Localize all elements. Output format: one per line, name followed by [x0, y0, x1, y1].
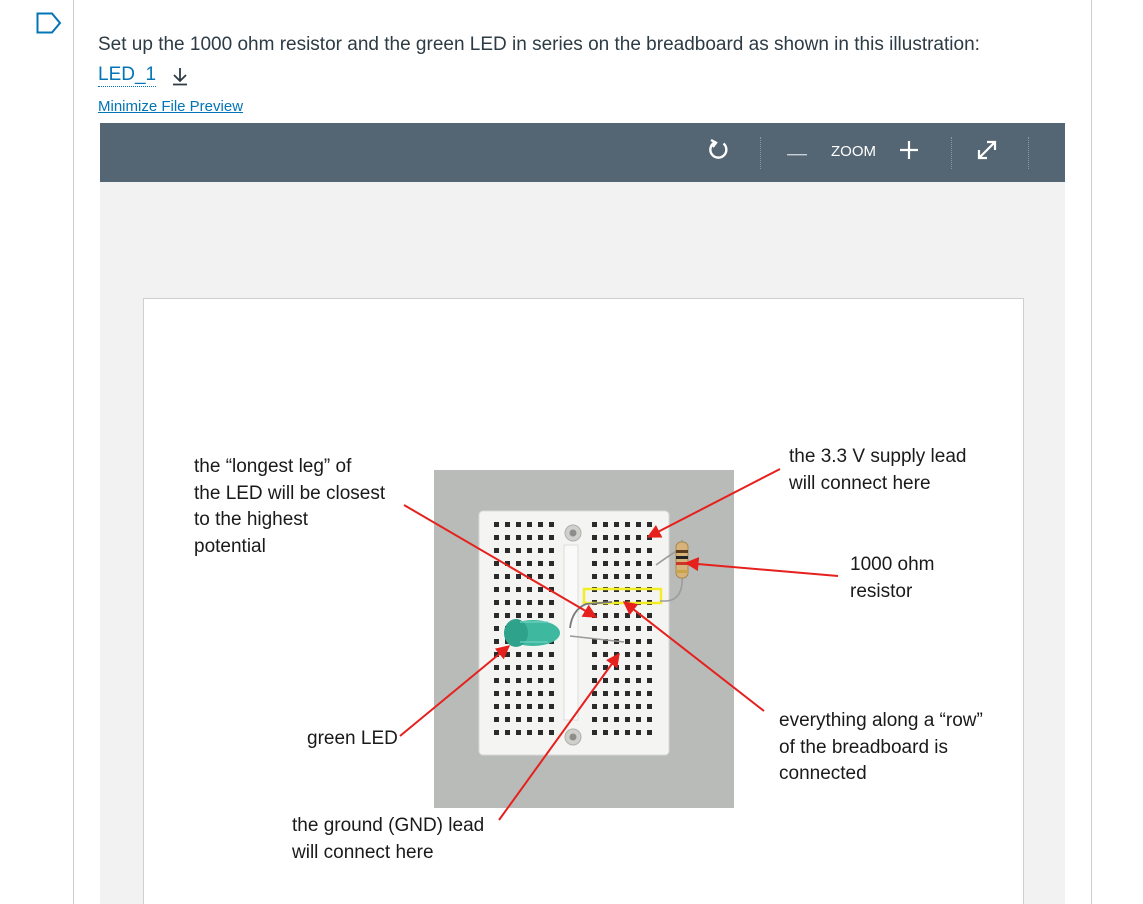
- arrow-ground: [498, 652, 620, 821]
- annotation-longest-leg: the “longest leg” of the LED will be clo…: [194, 456, 386, 557]
- document-page: the “longest leg” of the LED will be clo…: [143, 298, 1024, 904]
- expand-icon: [975, 138, 999, 167]
- download-icon[interactable]: [170, 66, 190, 91]
- toolbar-separator: [760, 137, 761, 169]
- arrow-green-led: [399, 645, 511, 737]
- arrow-resistor: [684, 557, 839, 577]
- arrow-supply: [646, 468, 781, 538]
- minus-icon: [787, 144, 807, 162]
- annotation-ground: the ground (GND) lead will connect here: [292, 815, 485, 863]
- rotate-button[interactable]: [700, 123, 736, 182]
- flag-icon[interactable]: [36, 12, 62, 39]
- annotation-supply: the 3.3 V supply lead will connect here: [789, 446, 967, 494]
- minimize-preview-link[interactable]: Minimize File Preview: [98, 98, 243, 115]
- file-preview: ZOOM the “longest leg” of the LED will b…: [100, 123, 1065, 904]
- file-link[interactable]: LED_1: [98, 64, 157, 87]
- annotation-green-led: green LED: [307, 728, 398, 749]
- plus-icon: [899, 140, 919, 165]
- right-border: [1091, 0, 1092, 904]
- zoom-label: ZOOM: [831, 143, 876, 160]
- toolbar-separator: [951, 137, 952, 169]
- arrow-longest-leg: [403, 504, 598, 618]
- arrow-row: [622, 601, 765, 712]
- rotate-icon: [706, 138, 730, 167]
- zoom-out-button[interactable]: [784, 123, 810, 182]
- toolbar-separator: [1028, 137, 1029, 169]
- preview-toolbar: ZOOM: [100, 123, 1065, 182]
- fullscreen-button[interactable]: [972, 123, 1002, 182]
- instruction-text: Set up the 1000 ohm resistor and the gre…: [98, 34, 980, 55]
- annotation-resistor: 1000 ohm resistor: [850, 554, 935, 602]
- zoom-in-button[interactable]: [896, 123, 922, 182]
- left-border: [73, 0, 74, 904]
- annotation-row: everything along a “row” of the breadboa…: [779, 710, 983, 784]
